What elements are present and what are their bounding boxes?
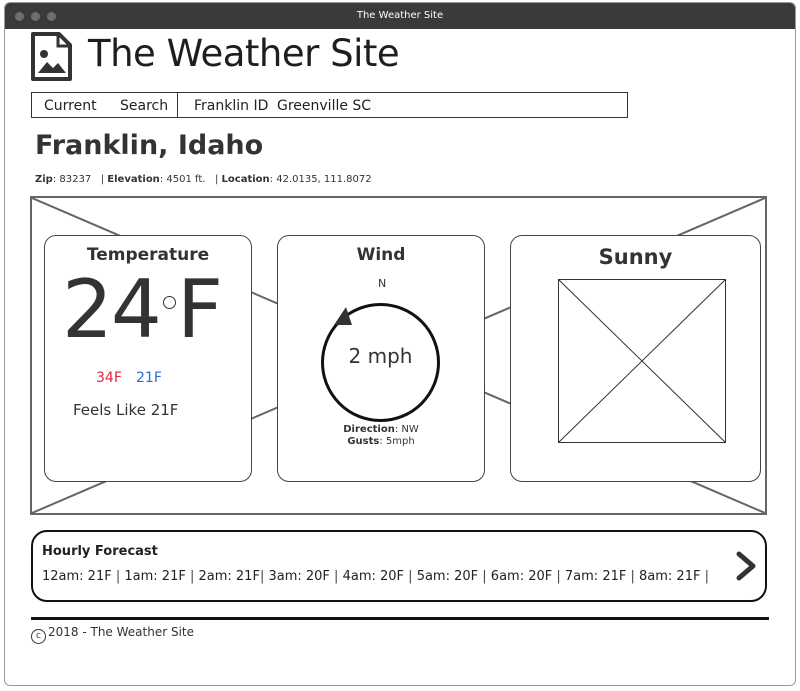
hero-image-placeholder: Temperature 24 F 34F 21F Feels Like 21F … [30,196,767,515]
hourly-item: 8am: 21F [639,569,701,584]
wind-gusts: Gusts: 5mph [278,436,484,448]
hourly-item: 12am: 21F [42,569,112,584]
condition-title: Sunny [598,245,673,269]
zip-value: : 83237 [52,174,92,185]
hourly-item: 3am: 20F [268,569,330,584]
coords-label: Location [221,174,270,185]
elevation-value: : 4501 ft. [159,174,206,185]
window-titlebar: The Weather Site [5,3,795,29]
location-meta: Zip: 83237 | Elevation: 4501 ft. | Locat… [35,174,372,185]
direction-value: : NW [394,424,419,435]
nav-item-current[interactable]: Current [44,98,97,114]
temperature-title: Temperature [86,245,210,265]
degree-symbol [163,296,176,309]
zip-label: Zip [35,174,53,185]
nav-item-search[interactable]: Search [120,98,168,114]
nav-item-franklin[interactable]: Franklin ID [194,98,268,114]
temperature-value: 24 [62,263,162,356]
coords-value: : 42.0135, 111.8072 [269,174,372,185]
main-nav: Current Search Franklin ID Greenville SC [31,92,628,118]
hourly-title: Hourly Forecast [42,544,158,559]
footer-divider [31,617,769,620]
window-title: The Weather Site [356,10,444,21]
hourly-forecast-panel: Hourly Forecast 12am: 21F | 1am: 21F | 2… [31,530,767,602]
gusts-label: Gusts [347,436,380,447]
hourly-item: 4am: 20F [342,569,405,584]
temperature-card: Temperature 24 F 34F 21F Feels Like 21F [44,235,252,482]
condition-card: Sunny [510,235,761,482]
hourly-item: 5am: 20F [416,569,479,584]
hourly-entries: 12am: 21F | 1am: 21F | 2am: 21F| 3am: 20… [42,569,709,584]
wind-direction: Direction: NW [278,424,484,436]
nav-item-greenville[interactable]: Greenville SC [277,98,371,114]
wind-card: Wind N 2 mph Direction: NW Gusts: 5mph [277,235,485,482]
temperature-high: 34F [96,370,122,386]
nav-divider [177,93,178,117]
wind-speed: 2 mph [348,344,413,368]
wind-title: Wind [356,245,406,265]
direction-label: Direction [343,424,395,435]
hourly-item: 6am: 20F [490,569,553,584]
hourly-item: 7am: 21F [564,569,627,584]
image-file-icon [31,32,72,81]
copyright-icon: c [31,629,46,644]
weather-image-placeholder [558,279,726,443]
feels-like: Feels Like 21F [73,401,179,419]
gusts-value: : 5mph [379,436,415,447]
elevation-label: Elevation [107,174,160,185]
hourly-item: 2am: 21F [198,569,260,584]
compass-north-label: N [378,277,387,290]
footer: c 2018 - The Weather Site [31,625,194,644]
copyright-text: 2018 - The Weather Site [48,625,195,639]
temperature-low: 21F [136,370,162,386]
chevron-right-icon[interactable] [733,551,759,581]
site-title: The Weather Site [88,32,400,75]
temperature-unit: F [177,263,224,356]
wind-direction-arrow-icon [334,307,352,325]
hourly-item: 1am: 21F [124,569,186,584]
location-name: Franklin, Idaho [35,130,264,161]
